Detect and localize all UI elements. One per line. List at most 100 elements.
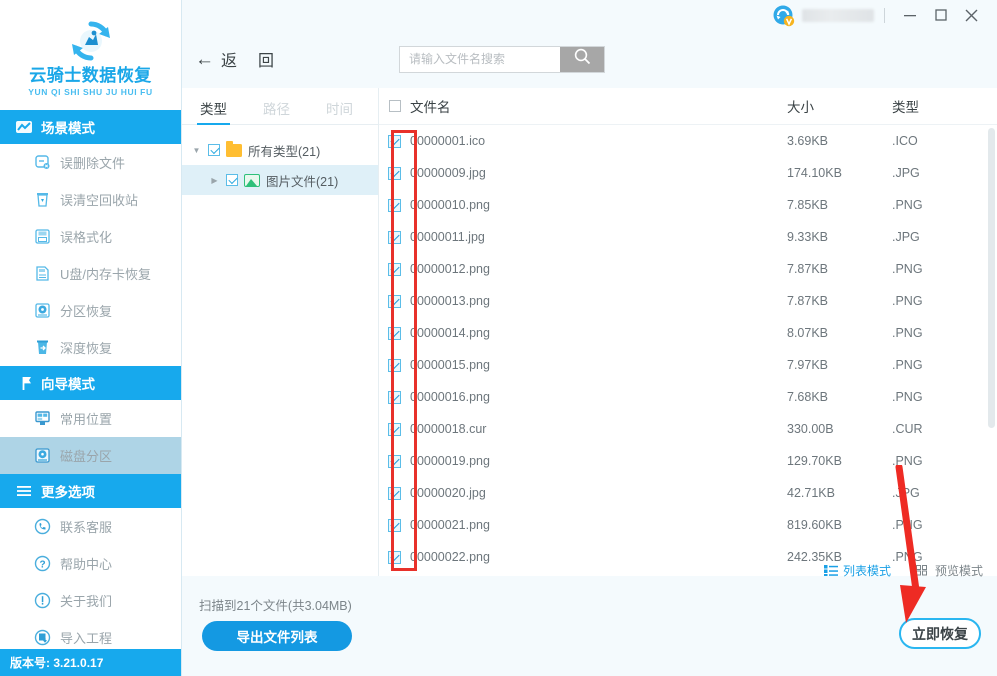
folder-icon — [226, 140, 242, 157]
cell-type: .PNG — [892, 198, 923, 212]
info-icon — [34, 592, 51, 609]
recover-now-button[interactable]: 立即恢复 — [899, 618, 981, 649]
user-account[interactable] — [772, 4, 874, 27]
row-checkbox-cell[interactable] — [379, 518, 410, 532]
application-window: 云骑士数据恢复 YUN QI SHI SHU JU HUI FU 场景模式 误删… — [0, 0, 997, 676]
table-row[interactable]: 00000013.png 7.87KB .PNG — [379, 285, 997, 317]
sidebar-item-usb-card-recovery[interactable]: U盘/内存卡恢复 — [0, 255, 181, 292]
select-all-checkbox[interactable] — [388, 100, 401, 112]
row-checkbox-cell[interactable] — [379, 358, 410, 372]
tree-node-picture-files[interactable]: ▶ 图片文件(21) — [182, 165, 378, 195]
row-checkbox[interactable] — [388, 198, 401, 212]
cell-type: .PNG — [892, 390, 923, 404]
back-button[interactable]: ← 返 回 — [195, 47, 274, 71]
row-checkbox-cell[interactable] — [379, 262, 410, 276]
sidebar-group-wizard-mode[interactable]: 向导模式 — [0, 366, 181, 400]
row-checkbox[interactable] — [388, 422, 401, 436]
row-checkbox-cell[interactable] — [379, 550, 410, 564]
question-icon: ? — [34, 555, 51, 572]
row-checkbox[interactable] — [388, 486, 401, 500]
sidebar-item-format[interactable]: 误格式化 — [0, 218, 181, 255]
file-list-scrollbar[interactable] — [988, 128, 995, 428]
search-input[interactable] — [400, 46, 561, 72]
select-all-cell[interactable] — [379, 100, 410, 112]
table-row[interactable]: 00000014.png 8.07KB .PNG — [379, 317, 997, 349]
row-checkbox[interactable] — [388, 262, 401, 276]
cell-filename: 00000009.jpg — [410, 166, 486, 180]
row-checkbox-cell[interactable] — [379, 134, 410, 148]
row-checkbox[interactable] — [388, 358, 401, 372]
table-row[interactable]: 00000011.jpg 9.33KB .JPG — [379, 221, 997, 253]
view-mode-switch: 列表模式 预览模式 — [823, 562, 983, 579]
row-checkbox[interactable] — [388, 294, 401, 308]
list-mode-button[interactable]: 列表模式 — [823, 562, 891, 579]
table-row[interactable]: 00000009.jpg 174.10KB .JPG — [379, 157, 997, 189]
title-bar — [182, 0, 997, 30]
search-button[interactable] — [560, 46, 605, 72]
sidebar-item-partition-recovery[interactable]: 分区恢复 — [0, 292, 181, 329]
caret-right-icon[interactable]: ▶ — [209, 176, 220, 185]
tree-body: ▼ 所有类型(21) ▶ 图片文件(21) — [182, 125, 378, 195]
sidebar-item-common-location[interactable]: 常用位置 — [0, 400, 181, 437]
sidebar-item-disk-partition[interactable]: 磁盘分区 — [0, 437, 181, 474]
sidebar-item-label: 误格式化 — [60, 230, 113, 245]
column-header-size[interactable]: 大小 — [787, 96, 892, 116]
tree-node-all-types[interactable]: ▼ 所有类型(21) — [182, 135, 378, 165]
close-button[interactable] — [956, 2, 987, 28]
table-row[interactable]: 00000018.cur 330.00B .CUR — [379, 413, 997, 445]
row-checkbox[interactable] — [388, 390, 401, 404]
row-checkbox[interactable] — [388, 326, 401, 340]
row-checkbox-cell[interactable] — [379, 454, 410, 468]
partition-recovery-icon — [34, 302, 51, 319]
tree-node-checkbox[interactable] — [226, 174, 238, 186]
table-row[interactable]: 00000001.ico 3.69KB .ICO — [379, 125, 997, 157]
table-row[interactable]: 00000010.png 7.85KB .PNG — [379, 189, 997, 221]
row-checkbox[interactable] — [388, 230, 401, 244]
tab-path[interactable]: 路径 — [263, 98, 290, 124]
tree-node-checkbox[interactable] — [208, 144, 220, 156]
sidebar-item-deleted-file[interactable]: 误删除文件 — [0, 144, 181, 181]
preview-mode-button[interactable]: 预览模式 — [915, 562, 983, 579]
sidebar-item-label: 磁盘分区 — [60, 449, 113, 464]
minimize-button[interactable] — [894, 2, 925, 28]
sidebar-item-deep-recovery[interactable]: 深度恢复 — [0, 329, 181, 366]
caret-down-icon[interactable]: ▼ — [191, 146, 202, 155]
table-row[interactable]: 00000012.png 7.87KB .PNG — [379, 253, 997, 285]
cell-type: .PNG — [892, 326, 923, 340]
cell-filename: 00000015.png — [410, 358, 490, 372]
cell-filename: 00000022.png — [410, 550, 490, 564]
row-checkbox[interactable] — [388, 550, 401, 564]
row-checkbox-cell[interactable] — [379, 166, 410, 180]
tab-time[interactable]: 时间 — [326, 98, 353, 124]
sidebar-item-about-us[interactable]: 关于我们 — [0, 582, 181, 619]
cell-size: 330.00B — [787, 422, 834, 436]
row-checkbox-cell[interactable] — [379, 230, 410, 244]
table-row[interactable]: 00000016.png 7.68KB .PNG — [379, 381, 997, 413]
maximize-button[interactable] — [925, 2, 956, 28]
table-row[interactable]: 00000021.png 819.60KB .PNG — [379, 509, 997, 541]
row-checkbox[interactable] — [388, 518, 401, 532]
sidebar-item-recycle-bin[interactable]: 误清空回收站 — [0, 181, 181, 218]
row-checkbox-cell[interactable] — [379, 294, 410, 308]
column-header-type[interactable]: 类型 — [892, 96, 997, 116]
table-row[interactable]: 00000019.png 129.70KB .PNG — [379, 445, 997, 477]
row-checkbox-cell[interactable] — [379, 326, 410, 340]
table-row[interactable]: 00000015.png 7.97KB .PNG — [379, 349, 997, 381]
row-checkbox-cell[interactable] — [379, 198, 410, 212]
sidebar-group-more-options[interactable]: 更多选项 — [0, 474, 181, 508]
column-header-filename[interactable]: 文件名 — [410, 96, 787, 116]
row-checkbox-cell[interactable] — [379, 422, 410, 436]
row-checkbox[interactable] — [388, 166, 401, 180]
sidebar-group-scene-mode[interactable]: 场景模式 — [0, 110, 181, 144]
row-checkbox-cell[interactable] — [379, 486, 410, 500]
sidebar-item-contact-support[interactable]: 联系客服 — [0, 508, 181, 545]
row-checkbox[interactable] — [388, 454, 401, 468]
wizard-mode-icon — [15, 374, 33, 392]
row-checkbox-cell[interactable] — [379, 390, 410, 404]
export-file-list-button[interactable]: 导出文件列表 — [202, 621, 352, 651]
sidebar-item-help-center[interactable]: ? 帮助中心 — [0, 545, 181, 582]
table-row[interactable]: 00000020.jpg 42.71KB .JPG — [379, 477, 997, 509]
tab-type[interactable]: 类型 — [197, 98, 230, 125]
cell-filename: 00000010.png — [410, 198, 490, 212]
row-checkbox[interactable] — [388, 134, 401, 148]
